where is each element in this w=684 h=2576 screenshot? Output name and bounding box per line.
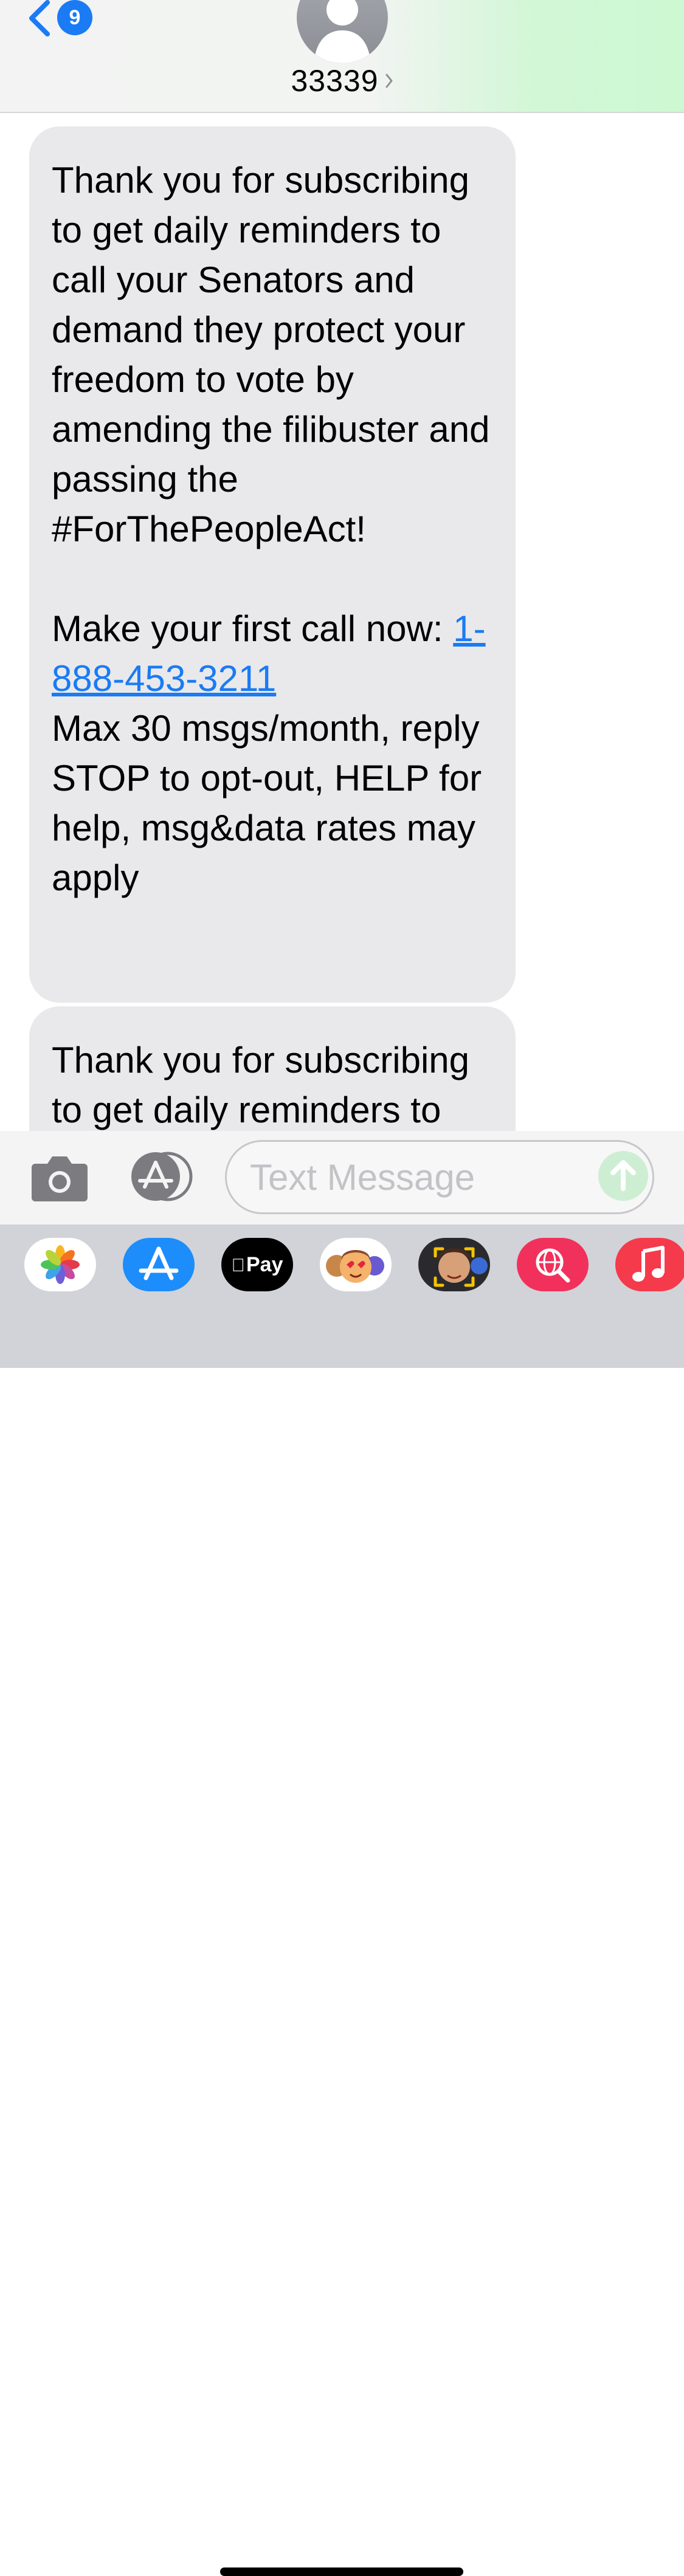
unread-count-badge: 9 xyxy=(57,0,92,35)
app-store-app-button[interactable] xyxy=(123,1238,195,1291)
message-list[interactable]: Thank you for subscribing to get daily r… xyxy=(0,113,684,1131)
imessage-app-drawer[interactable]: Pay xyxy=(0,1224,684,2576)
memoji-app-button[interactable] xyxy=(418,1238,490,1291)
camera-button[interactable] xyxy=(30,1154,89,1203)
photos-app-button[interactable] xyxy=(24,1238,96,1291)
contact-avatar[interactable] xyxy=(297,0,388,63)
compose-bar xyxy=(0,1131,684,1224)
app-store-icon xyxy=(131,1152,193,1201)
app-store-a-icon xyxy=(139,1246,179,1280)
chevron-right-icon xyxy=(385,74,393,88)
globe-search-icon xyxy=(536,1248,570,1283)
chevron-left-icon xyxy=(29,0,50,36)
message-text: Thank you for subscribing to get daily r… xyxy=(52,160,490,649)
apple-pay-text: Pay xyxy=(239,1253,283,1276)
app-drawer-button[interactable] xyxy=(126,1150,195,1203)
send-button[interactable] xyxy=(598,1151,648,1201)
conversation-header: 9 33339 xyxy=(0,0,684,113)
message-text: Max 30 msgs/month, reply STOP to opt-out… xyxy=(52,708,482,898)
apple-pay-app-button[interactable]: Pay xyxy=(221,1238,293,1291)
contact-name-button[interactable]: 33339 xyxy=(0,63,684,100)
contact-name: 33339 xyxy=(291,64,379,98)
incoming-message-bubble[interactable]: Thank you for subscribing to get daily r… xyxy=(29,126,516,1003)
image-search-app-button[interactable] xyxy=(517,1238,589,1291)
arrow-up-icon xyxy=(610,1160,636,1191)
apple-logo-icon:  xyxy=(232,1255,246,1276)
person-icon xyxy=(314,0,371,63)
photos-icon xyxy=(41,1245,80,1284)
home-indicator[interactable] xyxy=(220,2567,463,2576)
message-text: Thank you for subscribing to get daily r… xyxy=(52,1040,470,1130)
memoji-stickers-icon xyxy=(326,1250,384,1283)
camera-icon xyxy=(32,1156,88,1201)
back-button[interactable]: 9 xyxy=(27,0,100,40)
memoji-icon xyxy=(434,1247,488,1287)
incoming-message-bubble[interactable]: Thank you for subscribing to get daily r… xyxy=(29,1006,516,1131)
music-note-icon xyxy=(632,1246,665,1282)
apple-pay-label: Pay xyxy=(221,1238,293,1291)
memoji-stickers-app-button[interactable] xyxy=(320,1238,392,1291)
music-app-button[interactable] xyxy=(615,1238,684,1291)
message-input[interactable] xyxy=(225,1140,654,1214)
